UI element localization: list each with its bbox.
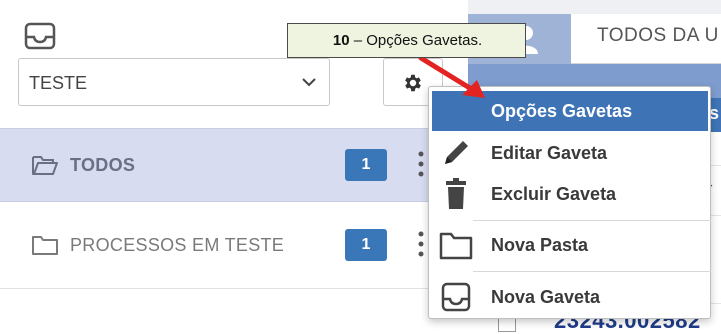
folder-label: PROCESSOS EM TESTE [70, 235, 285, 255]
callout-number: 10 [332, 32, 350, 49]
annotation-arrow [418, 55, 485, 98]
drawer-options-menu: Opções Gavetas Editar Gaveta Excluir Gav… [428, 86, 711, 319]
tab-todos[interactable]: TODOS DA U [571, 14, 721, 64]
pencil-icon [445, 141, 468, 164]
menu-item-nova-pasta[interactable]: Nova Pasta [429, 225, 712, 265]
menu-item-label: Editar Gaveta [491, 143, 608, 163]
trash-icon [446, 178, 466, 209]
divider [0, 288, 468, 289]
annotation-callout: 10 – Opções Gavetas. [287, 23, 526, 58]
callout-text: 10 – Opções Gavetas. [288, 32, 527, 49]
menu-item-excluir-gaveta[interactable]: Excluir Gaveta [429, 174, 712, 214]
chevron-down-icon [302, 78, 316, 87]
menu-item-editar-gaveta[interactable]: Editar Gaveta [429, 133, 712, 173]
drawer-icon [24, 22, 56, 50]
drawer-select-value: TESTE [29, 73, 88, 93]
folder-row-processos[interactable]: PROCESSOS EM TESTE 1 [0, 212, 468, 282]
folder-icon [32, 236, 58, 255]
folder-count-badge: 1 [345, 229, 387, 261]
folder-count-badge: 1 [345, 149, 387, 181]
menu-item-nova-gaveta[interactable]: Nova Gaveta [429, 277, 712, 317]
menu-separator [473, 220, 711, 221]
drawer-icon [441, 282, 471, 312]
folder-open-icon [32, 156, 58, 175]
callout-description: – Opções Gavetas. [349, 32, 483, 49]
tab-todos-label: TODOS DA U [597, 25, 719, 46]
kebab-menu-icon[interactable] [418, 231, 424, 257]
folder-icon [439, 232, 473, 260]
kebab-menu-icon[interactable] [418, 151, 424, 177]
menu-item-label: Nova Pasta [491, 235, 589, 255]
folder-label: TODOS [70, 155, 136, 175]
menu-item-label: Opções Gavetas [491, 101, 633, 121]
menu-item-label: Nova Gaveta [491, 287, 601, 307]
drawer-select[interactable]: TESTE [18, 58, 330, 106]
menu-item-label: Excluir Gaveta [491, 184, 617, 204]
folder-row-todos[interactable]: TODOS 1 [0, 128, 468, 202]
menu-separator [473, 271, 711, 272]
